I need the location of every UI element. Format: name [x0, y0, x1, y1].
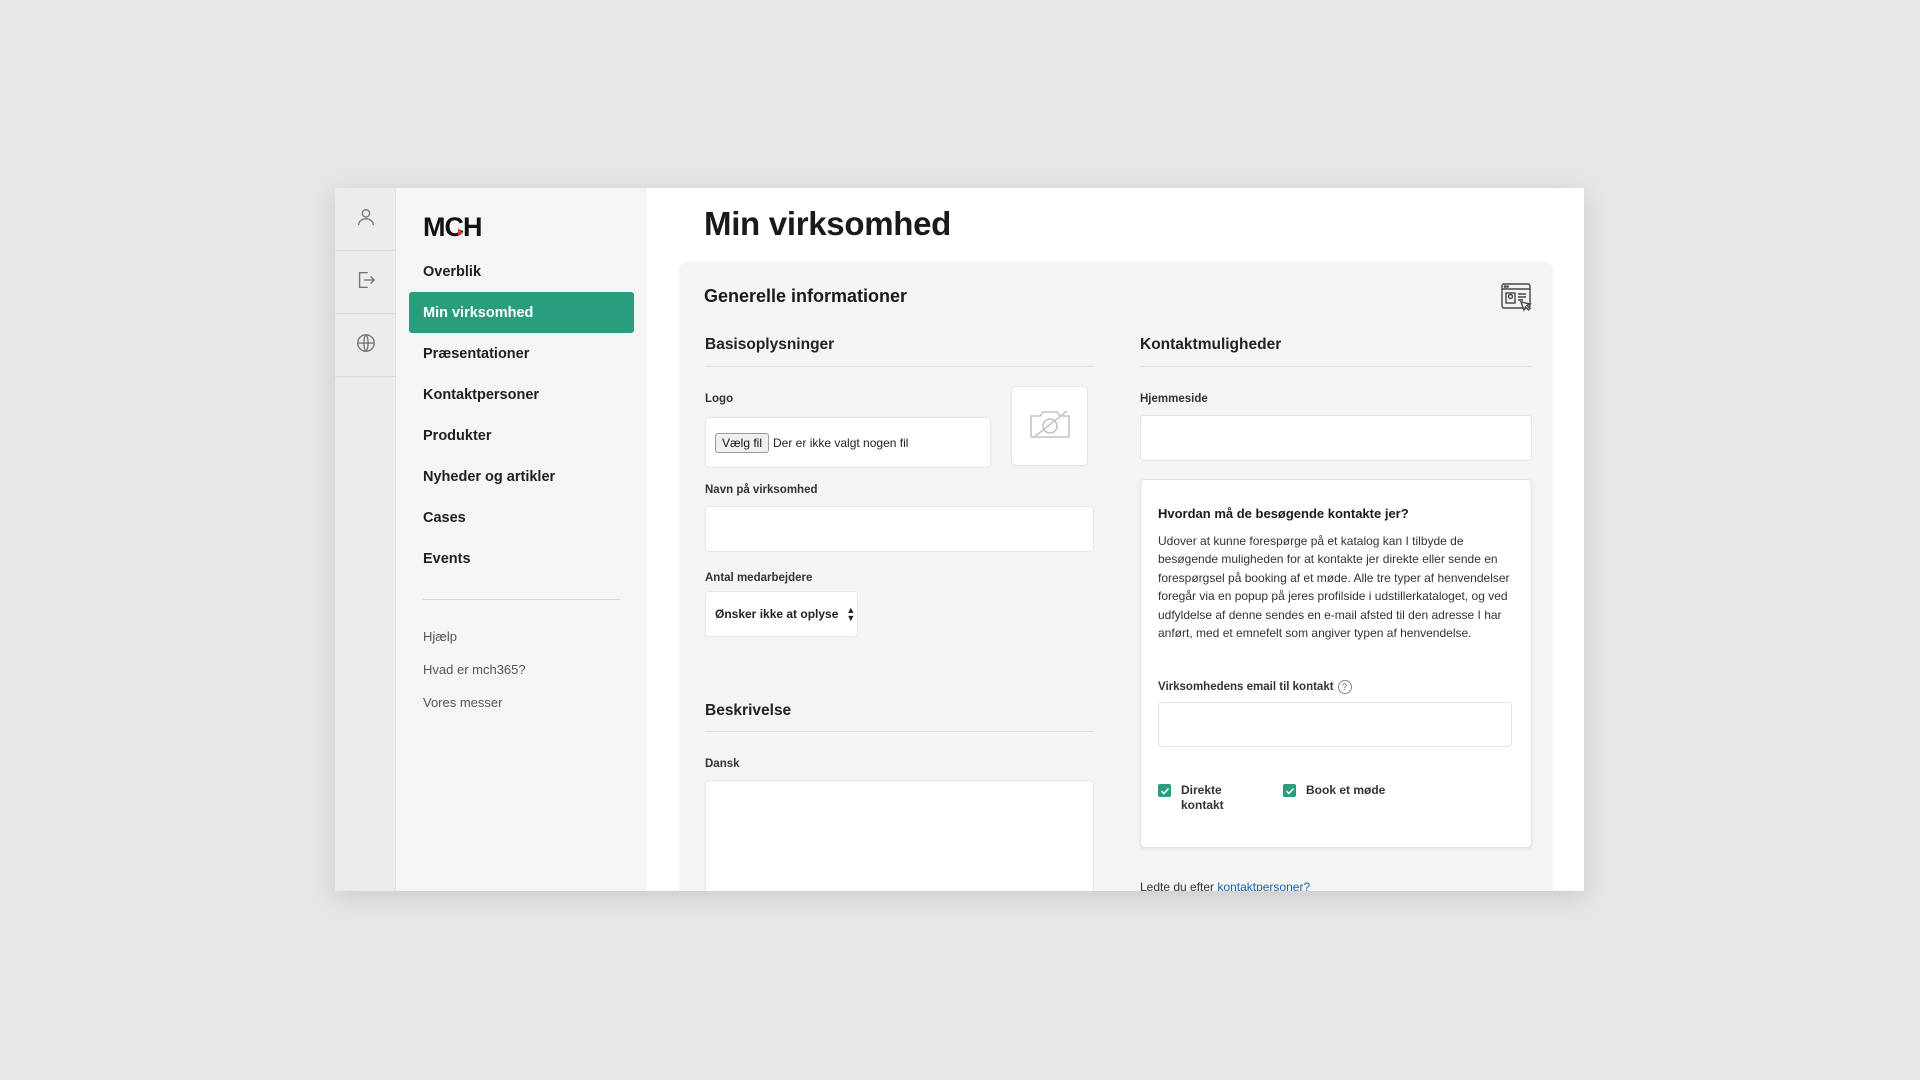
website-input[interactable] [1140, 415, 1532, 461]
contact-options-box: Hvordan må de besøgende kontakte jer? Ud… [1140, 479, 1532, 848]
page-title: Min virksomhed [704, 205, 952, 242]
company-name-label: Navn på virksomhed [705, 484, 818, 496]
checkmark-icon [1160, 787, 1169, 795]
select-arrows-icon: ▲ ▼ [846, 605, 856, 623]
main-content: Min virksomhed Generelle informationer B… [647, 188, 1584, 891]
sidebar-nav: Overblik Min virksomhed Præsentationer K… [409, 251, 634, 579]
employees-select-value: Ønsker ikke at oplyse [715, 607, 839, 621]
direct-contact-label-line2: kontakt [1181, 798, 1224, 812]
user-icon [355, 206, 377, 233]
sidebar-item-min-virksomhed[interactable]: Min virksomhed [409, 292, 634, 333]
mch-logo[interactable]: MCH [423, 208, 634, 246]
profile-preview-icon[interactable] [1499, 280, 1533, 314]
globe-icon [355, 332, 377, 359]
website-label: Hjemmeside [1140, 393, 1208, 405]
book-meeting-checkbox[interactable] [1283, 784, 1296, 797]
contact-section-title: Kontaktmuligheder [1140, 336, 1282, 353]
basis-section-title: Basisoplysninger [705, 336, 835, 353]
logo-preview [1011, 386, 1088, 466]
checkmark-icon [1285, 787, 1294, 795]
sidebar: MCH Overblik Min virksomhed Præsentation… [396, 188, 647, 891]
language-button[interactable] [335, 314, 396, 377]
our-fairs-link[interactable]: Vores messer [409, 686, 634, 719]
sidebar-divider [423, 599, 620, 600]
employees-label: Antal medarbejdere [705, 572, 813, 584]
contact-persons-note: Ledte du efter kontaktpersoner? [1140, 880, 1310, 891]
icon-rail [335, 188, 396, 891]
contact-persons-note-prefix: Ledte du efter [1140, 880, 1218, 891]
contact-options-description: Udover at kunne forespørge på et katalog… [1158, 534, 1510, 641]
basis-divider [705, 366, 1094, 367]
contact-email-label: Virksomhedens email til kontakt ? [1158, 680, 1352, 694]
danish-label: Dansk [705, 758, 740, 770]
direct-contact-label-line1: Direkte [1181, 783, 1222, 797]
description-divider [705, 731, 1094, 732]
book-meeting-label[interactable]: Book et møde [1306, 783, 1385, 798]
file-status-text: Der er ikke valgt nogen fil [773, 435, 909, 450]
card-title: Generelle informationer [704, 286, 908, 306]
sidebar-item-produkter[interactable]: Produkter [409, 415, 634, 456]
contact-options-title: Hvordan må de besøgende kontakte jer? [1158, 506, 1409, 521]
contact-email-label-text: Virksomhedens email til kontakt [1158, 681, 1334, 693]
choose-file-button[interactable]: Vælg fil [715, 432, 770, 453]
contact-persons-link[interactable]: kontaktpersoner? [1217, 880, 1310, 891]
profile-button[interactable] [335, 188, 396, 251]
logo-label: Logo [705, 393, 734, 405]
help-link[interactable]: Hjælp [409, 620, 634, 653]
sidebar-item-cases[interactable]: Cases [409, 497, 634, 538]
app-window: MCH Overblik Min virksomhed Præsentation… [335, 188, 1584, 891]
sidebar-item-kontaktpersoner[interactable]: Kontaktpersoner [409, 374, 634, 415]
direct-contact-label[interactable]: Direkte kontakt [1181, 783, 1224, 813]
logout-button[interactable] [335, 251, 396, 314]
description-section-title: Beskrivelse [705, 702, 792, 719]
sidebar-item-overblik[interactable]: Overblik [409, 251, 634, 292]
mch-logo-mark: MCH [423, 214, 483, 240]
general-info-card: Generelle informationer Basisoplysninger… [679, 262, 1553, 891]
help-icon[interactable]: ? [1337, 680, 1352, 694]
what-is-mch365-link[interactable]: Hvad er mch365? [409, 653, 634, 686]
logout-icon [355, 269, 377, 296]
company-name-input[interactable] [705, 506, 1094, 552]
contact-divider [1140, 366, 1532, 367]
employees-select[interactable]: Ønsker ikke at oplyse ▲ ▼ [705, 591, 858, 637]
svg-text:MCH: MCH [423, 214, 482, 240]
description-danish-textarea[interactable] [705, 780, 1094, 891]
contact-email-input[interactable] [1158, 702, 1512, 747]
no-image-camera-icon [1027, 407, 1073, 446]
logo-file-input[interactable]: Vælg fil Der er ikke valgt nogen fil [705, 417, 991, 468]
direct-contact-checkbox[interactable] [1158, 784, 1171, 797]
sidebar-item-nyheder[interactable]: Nyheder og artikler [409, 456, 634, 497]
sidebar-item-praesentationer[interactable]: Præsentationer [409, 333, 634, 374]
sidebar-item-events[interactable]: Events [409, 538, 634, 579]
